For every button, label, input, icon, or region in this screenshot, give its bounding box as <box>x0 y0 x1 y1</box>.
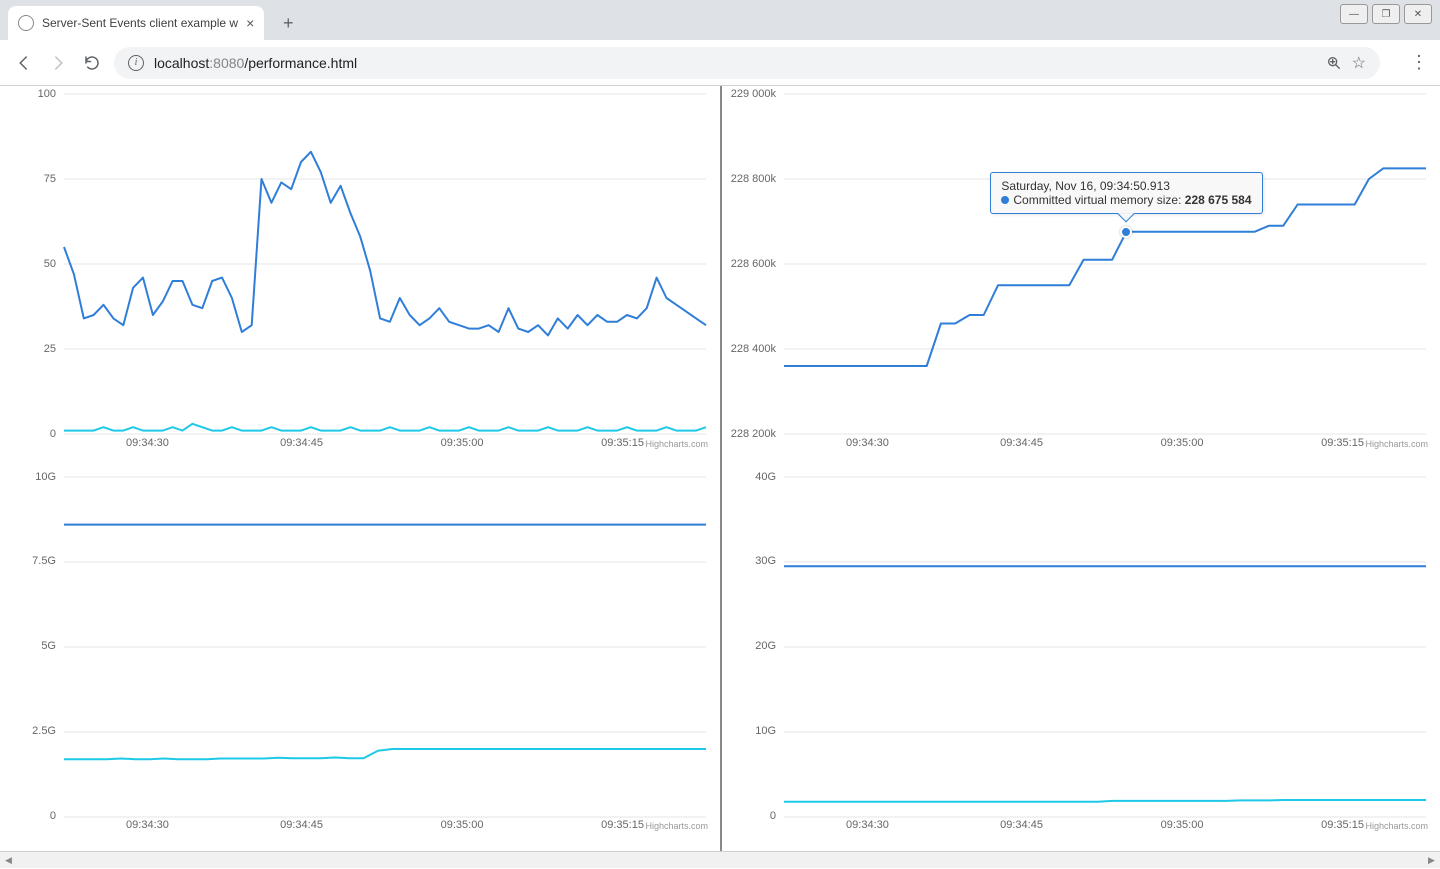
x-tick-label: 09:34:45 <box>1000 819 1043 831</box>
site-info-icon[interactable]: i <box>128 55 144 71</box>
chart-credits[interactable]: Highcharts.com <box>1365 821 1428 831</box>
close-window-button[interactable]: ✕ <box>1404 4 1432 24</box>
chart-credits[interactable]: Highcharts.com <box>645 821 708 831</box>
y-tick-label: 228 600k <box>731 258 776 270</box>
y-tick-label: 229 000k <box>731 88 776 100</box>
browser-tab[interactable]: Server-Sent Events client example w × <box>8 6 264 40</box>
reload-button[interactable] <box>80 51 104 75</box>
y-tick-label: 50 <box>44 258 56 270</box>
arrow-left-icon <box>15 54 33 72</box>
horizontal-scrollbar[interactable]: ◀ ▶ <box>0 851 1440 868</box>
x-tick-label: 09:35:15 <box>601 437 644 449</box>
hover-point-marker <box>1120 226 1132 238</box>
x-tick-label: 09:35:00 <box>1161 437 1204 449</box>
browser-window: Server-Sent Events client example w × + … <box>0 0 1440 868</box>
series-dot-icon <box>1001 196 1009 204</box>
y-tick-label: 10G <box>35 471 56 483</box>
globe-icon <box>18 15 34 31</box>
x-tick-label: 09:34:45 <box>280 819 323 831</box>
y-tick-label: 7.5G <box>32 555 56 567</box>
x-tick-label: 09:35:15 <box>1321 819 1364 831</box>
y-tick-label: 20G <box>755 640 776 652</box>
y-tick-label: 25 <box>44 343 56 355</box>
back-button[interactable] <box>12 51 36 75</box>
y-tick-label: 100 <box>38 88 56 100</box>
x-tick-label: 09:34:30 <box>126 437 169 449</box>
new-tab-button[interactable]: + <box>274 9 302 37</box>
omnibox[interactable]: i localhost:8080/performance.html ☆ <box>114 47 1380 79</box>
bookmark-star-icon[interactable]: ☆ <box>1352 53 1366 73</box>
x-tick-label: 09:35:15 <box>1321 437 1364 449</box>
y-tick-label: 228 400k <box>731 343 776 355</box>
x-tick-label: 09:35:00 <box>441 437 484 449</box>
reload-icon <box>83 54 101 72</box>
chart-top-left[interactable]: 0 25 50 75 100 09:34:30 09:34:45 09:35:00 09:35:… <box>0 86 720 469</box>
y-tick-label: 75 <box>44 173 56 185</box>
maximize-button[interactable]: ❐ <box>1372 4 1400 24</box>
chart-tooltip: Saturday, Nov 16, 09:34:50.913 Committed… <box>990 172 1262 214</box>
y-tick-label: 0 <box>770 810 776 822</box>
forward-button[interactable] <box>46 51 70 75</box>
y-tick-label: 30G <box>755 555 776 567</box>
arrow-right-icon <box>49 54 67 72</box>
url-text: localhost:8080/performance.html <box>154 55 357 71</box>
chart-bottom-left[interactable]: 0 2.5G 5G 7.5G 10G 09:34:30 09:34:45 09:35:00 09… <box>0 469 720 852</box>
y-tick-label: 0 <box>50 428 56 440</box>
y-tick-label: 40G <box>755 471 776 483</box>
x-tick-label: 09:34:45 <box>1000 437 1043 449</box>
minimize-button[interactable]: — <box>1340 4 1368 24</box>
x-tick-label: 09:35:00 <box>1161 819 1204 831</box>
x-tick-label: 09:35:00 <box>441 819 484 831</box>
tab-bar: Server-Sent Events client example w × + … <box>0 0 1440 40</box>
y-tick-label: 2.5G <box>32 725 56 737</box>
window-controls: — ❐ ✕ <box>1340 0 1440 24</box>
zoom-icon[interactable] <box>1326 55 1342 71</box>
chart-top-right[interactable]: 228 200k 228 400k 228 600k 228 800k 229 000k… <box>720 86 1440 469</box>
scroll-track[interactable] <box>17 852 1423 868</box>
x-tick-label: 09:34:45 <box>280 437 323 449</box>
close-tab-icon[interactable]: × <box>246 15 254 31</box>
y-tick-label: 228 800k <box>731 173 776 185</box>
x-tick-label: 09:34:30 <box>846 819 889 831</box>
chart-bottom-right[interactable]: 0 10G 20G 30G 40G 09:34:30 09:34:45 09:35:00 09:… <box>720 469 1440 852</box>
y-tick-label: 5G <box>41 640 56 652</box>
address-bar: i localhost:8080/performance.html ☆ ⋮ <box>0 40 1440 86</box>
y-tick-label: 0 <box>50 810 56 822</box>
y-tick-label: 228 200k <box>731 428 776 440</box>
x-tick-label: 09:34:30 <box>126 819 169 831</box>
x-tick-label: 09:35:15 <box>601 819 644 831</box>
scroll-left-icon[interactable]: ◀ <box>0 852 17 869</box>
tooltip-series-label: Committed virtual memory size: <box>1013 193 1181 207</box>
tooltip-value: 228 675 584 <box>1185 193 1252 207</box>
tooltip-header: Saturday, Nov 16, 09:34:50.913 <box>1001 179 1251 193</box>
chart-credits[interactable]: Highcharts.com <box>645 439 708 449</box>
page-content: 0 25 50 75 100 09:34:30 09:34:45 09:35:00 09:35:… <box>0 86 1440 851</box>
menu-button[interactable]: ⋮ <box>1410 52 1428 73</box>
chart-credits[interactable]: Highcharts.com <box>1365 439 1428 449</box>
y-tick-label: 10G <box>755 725 776 737</box>
tab-title: Server-Sent Events client example w <box>42 16 238 30</box>
scroll-right-icon[interactable]: ▶ <box>1423 852 1440 869</box>
x-tick-label: 09:34:30 <box>846 437 889 449</box>
